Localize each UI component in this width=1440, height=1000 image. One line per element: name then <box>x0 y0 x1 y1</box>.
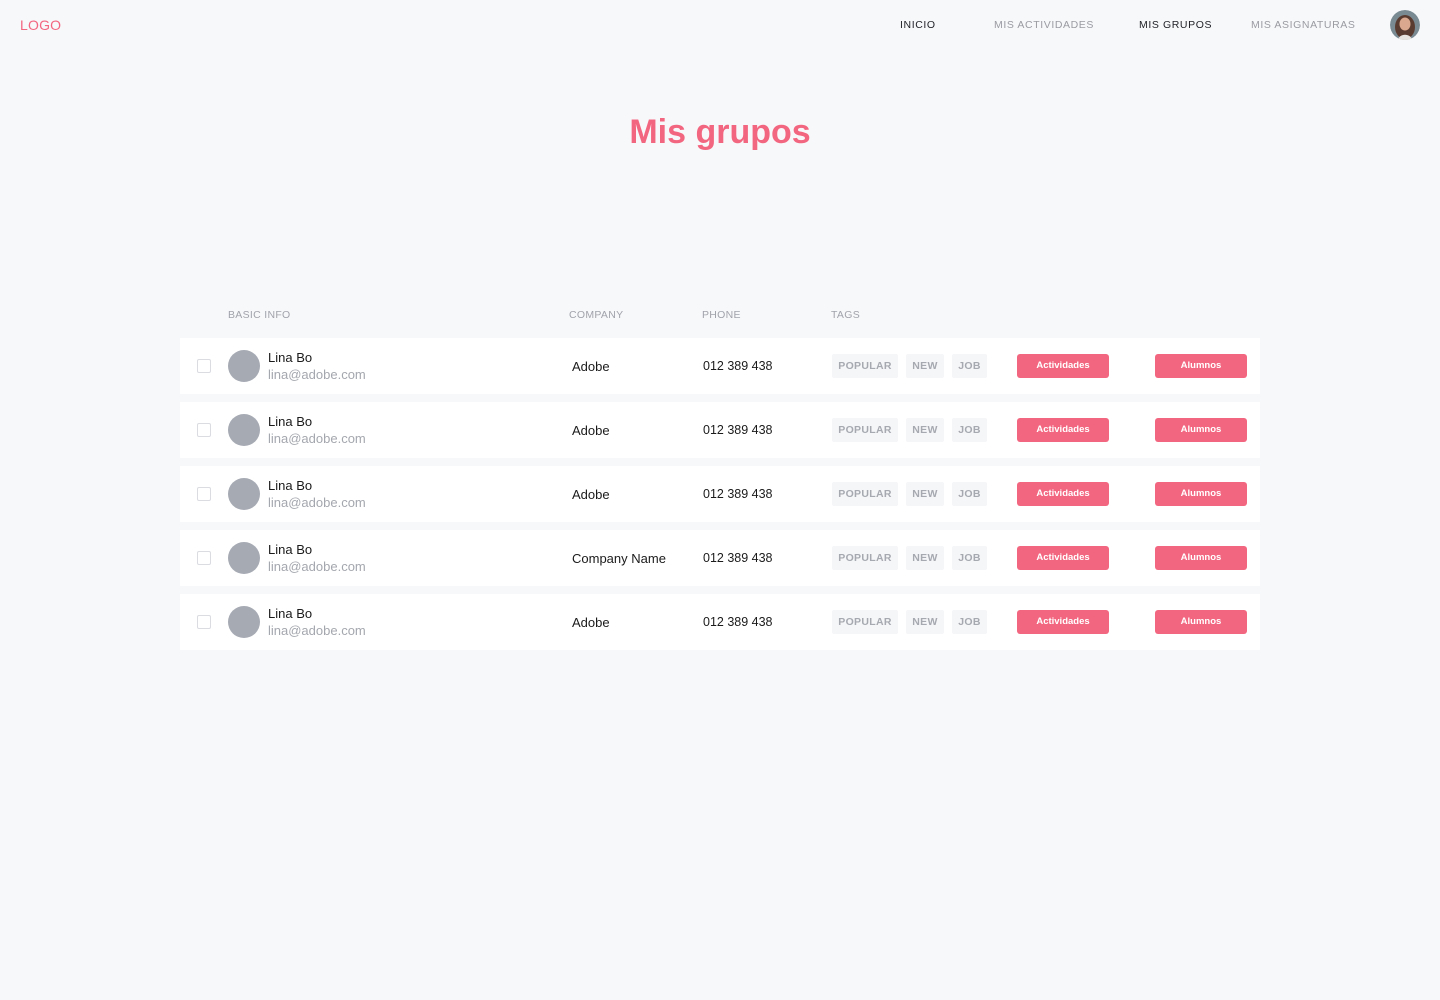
nav-inicio[interactable]: INICIO <box>900 19 936 31</box>
row-checkbox[interactable] <box>197 551 211 565</box>
row-name: Lina Bo <box>268 478 313 493</box>
header-company: COMPANY <box>569 309 624 321</box>
alumnos-button[interactable]: Alumnos <box>1155 546 1247 570</box>
header-basic-info: BASIC INFO <box>228 309 291 321</box>
row-email: lina@adobe.com <box>268 495 366 510</box>
tag-job: JOB <box>952 610 987 634</box>
row-email: lina@adobe.com <box>268 431 366 446</box>
alumnos-button[interactable]: Alumnos <box>1155 610 1247 634</box>
avatar <box>228 478 260 510</box>
actividades-button[interactable]: Actividades <box>1017 482 1109 506</box>
tag-popular: POPULAR <box>832 610 898 634</box>
row-name: Lina Bo <box>268 350 313 365</box>
tag-new: NEW <box>906 482 944 506</box>
row-company: Adobe <box>572 359 610 374</box>
tag-new: NEW <box>906 354 944 378</box>
row-email: lina@adobe.com <box>268 623 366 638</box>
row-checkbox[interactable] <box>197 487 211 501</box>
row-company: Company Name <box>572 551 666 566</box>
row-phone: 012 389 438 <box>703 615 773 629</box>
avatar <box>228 606 260 638</box>
header-tags: TAGS <box>831 309 861 321</box>
nav-mis-grupos[interactable]: MIS GRUPOS <box>1139 19 1212 31</box>
table-row: Lina Bo lina@adobe.com Company Name 012 … <box>180 530 1260 586</box>
row-phone: 012 389 438 <box>703 423 773 437</box>
alumnos-button[interactable]: Alumnos <box>1155 354 1247 378</box>
nav-mis-actividades[interactable]: MIS ACTIVIDADES <box>994 19 1094 31</box>
tag-popular: POPULAR <box>832 354 898 378</box>
row-phone: 012 389 438 <box>703 359 773 373</box>
tag-job: JOB <box>952 418 987 442</box>
user-avatar-image <box>1390 10 1420 40</box>
nav-mis-asignaturas[interactable]: MIS ASIGNATURAS <box>1251 19 1356 31</box>
row-checkbox[interactable] <box>197 615 211 629</box>
tag-popular: POPULAR <box>832 546 898 570</box>
table-row: Lina Bo lina@adobe.com Adobe 012 389 438… <box>180 594 1260 650</box>
row-checkbox[interactable] <box>197 359 211 373</box>
tag-new: NEW <box>906 610 944 634</box>
tag-popular: POPULAR <box>832 418 898 442</box>
user-avatar[interactable] <box>1390 10 1420 40</box>
alumnos-button[interactable]: Alumnos <box>1155 418 1247 442</box>
row-name: Lina Bo <box>268 414 313 429</box>
header-phone: PHONE <box>702 309 741 321</box>
alumnos-button[interactable]: Alumnos <box>1155 482 1247 506</box>
row-phone: 012 389 438 <box>703 551 773 565</box>
table-row: Lina Bo lina@adobe.com Adobe 012 389 438… <box>180 338 1260 394</box>
avatar <box>228 414 260 446</box>
actividades-button[interactable]: Actividades <box>1017 354 1109 378</box>
tag-new: NEW <box>906 546 944 570</box>
tag-popular: POPULAR <box>832 482 898 506</box>
logo[interactable]: LOGO <box>20 17 61 33</box>
table-header: BASIC INFO COMPANY PHONE TAGS <box>180 309 1260 323</box>
row-email: lina@adobe.com <box>268 367 366 382</box>
row-phone: 012 389 438 <box>703 487 773 501</box>
actividades-button[interactable]: Actividades <box>1017 610 1109 634</box>
row-name: Lina Bo <box>268 606 313 621</box>
actividades-button[interactable]: Actividades <box>1017 418 1109 442</box>
table-row: Lina Bo lina@adobe.com Adobe 012 389 438… <box>180 402 1260 458</box>
row-company: Adobe <box>572 423 610 438</box>
avatar <box>228 350 260 382</box>
table-row: Lina Bo lina@adobe.com Adobe 012 389 438… <box>180 466 1260 522</box>
tag-job: JOB <box>952 354 987 378</box>
tag-job: JOB <box>952 482 987 506</box>
avatar <box>228 542 260 574</box>
actividades-button[interactable]: Actividades <box>1017 546 1109 570</box>
tag-new: NEW <box>906 418 944 442</box>
row-company: Adobe <box>572 487 610 502</box>
top-nav: LOGO INICIO MIS ACTIVIDADES MIS GRUPOS M… <box>0 0 1440 50</box>
row-company: Adobe <box>572 615 610 630</box>
row-checkbox[interactable] <box>197 423 211 437</box>
tag-job: JOB <box>952 546 987 570</box>
row-email: lina@adobe.com <box>268 559 366 574</box>
page-title: Mis grupos <box>629 113 811 151</box>
row-name: Lina Bo <box>268 542 313 557</box>
